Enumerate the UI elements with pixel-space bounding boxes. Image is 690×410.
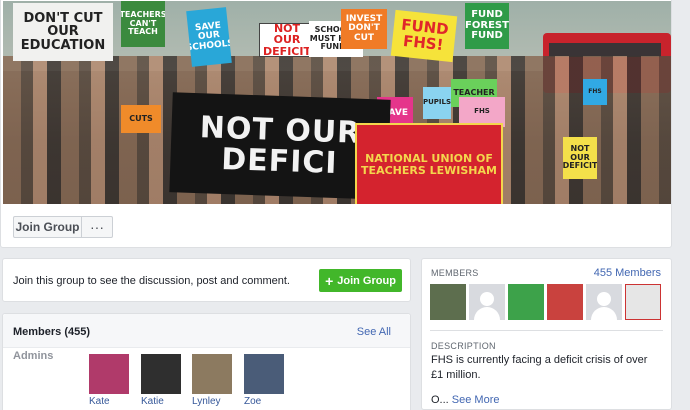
avatar[interactable] — [430, 284, 466, 320]
admin-item[interactable]: Zoe — [244, 354, 284, 407]
about-sidebar-card: MEMBERS 455 Members DESCRIPTION FHS is c… — [421, 258, 672, 410]
group-header-card: DON'T CUT OUR EDUCATION TEACHERS CAN'T T… — [0, 0, 672, 248]
protest-sign: CUTS — [121, 105, 161, 133]
see-more-link[interactable]: See More — [452, 394, 500, 406]
banner-line: DEFICI — [220, 141, 339, 182]
avatar[interactable] — [625, 284, 661, 320]
members-title: Members (455) — [13, 326, 91, 338]
avatar[interactable] — [192, 354, 232, 394]
admin-name[interactable]: Zoe — [244, 396, 284, 407]
description-text: FHS is currently facing a deficit crisis… — [431, 354, 648, 381]
avatar[interactable] — [547, 284, 583, 320]
members-section-label: MEMBERS — [431, 268, 479, 278]
members-card-header: Members (455) See All — [3, 314, 410, 348]
admin-name[interactable]: Lynley — [192, 396, 232, 407]
admins-label: Admins — [13, 350, 54, 362]
protest-sign: NOT OUR DEFICIT — [563, 137, 597, 179]
protest-sign: SAVE OUR SCHOOLS — [186, 7, 232, 67]
avatar[interactable] — [141, 354, 181, 394]
avatar[interactable] — [586, 284, 622, 320]
admin-item[interactable]: Kate — [89, 354, 129, 407]
avatar[interactable] — [469, 284, 505, 320]
admin-name[interactable]: Kate — [89, 396, 129, 407]
protest-sign: PUPILS — [423, 87, 451, 119]
admin-item[interactable]: Katie — [141, 354, 181, 407]
join-prompt-text: Join this group to see the discussion, p… — [13, 275, 290, 287]
join-group-primary-label: Join Group — [337, 274, 396, 287]
join-group-primary-button[interactable]: + Join Group — [319, 269, 402, 292]
avatar[interactable] — [244, 354, 284, 394]
protest-sign: FUND FHS! — [390, 9, 458, 63]
admin-name[interactable]: Katie — [141, 396, 181, 407]
members-see-all-link[interactable]: See All — [357, 326, 391, 338]
protest-sign: NOT OUR DEFICIT — [259, 23, 315, 57]
members-count-link[interactable]: 455 Members — [594, 267, 661, 279]
protest-sign: DON'T CUT OUR EDUCATION — [13, 3, 113, 61]
plus-icon: + — [325, 272, 334, 289]
admin-item[interactable]: Lynley — [192, 354, 232, 407]
description-more-prefix: O... — [431, 394, 449, 406]
union-banner: NATIONAL UNION OF TEACHERS LEWISHAM — [355, 123, 503, 204]
protest-sign: FHS — [583, 79, 607, 105]
join-prompt-card: Join this group to see the discussion, p… — [2, 258, 411, 302]
avatar[interactable] — [89, 354, 129, 394]
description-more: O... See More — [431, 394, 500, 406]
avatar[interactable] — [508, 284, 544, 320]
protest-sign: FUND FOREST FUND — [465, 3, 509, 49]
more-options-button[interactable]: ··· — [81, 216, 113, 238]
member-thumbnails — [430, 284, 661, 320]
cover-photo[interactable]: DON'T CUT OUR EDUCATION TEACHERS CAN'T T… — [3, 1, 671, 204]
description-label: DESCRIPTION — [431, 341, 496, 351]
members-card: Members (455) See All Admins Kate Katie … — [2, 313, 411, 410]
protest-sign: TEACHERS CAN'T TEACH — [121, 1, 165, 47]
join-group-button[interactable]: Join Group — [13, 216, 82, 238]
divider — [430, 330, 663, 331]
protest-sign: INVEST DON'T CUT — [341, 9, 387, 49]
